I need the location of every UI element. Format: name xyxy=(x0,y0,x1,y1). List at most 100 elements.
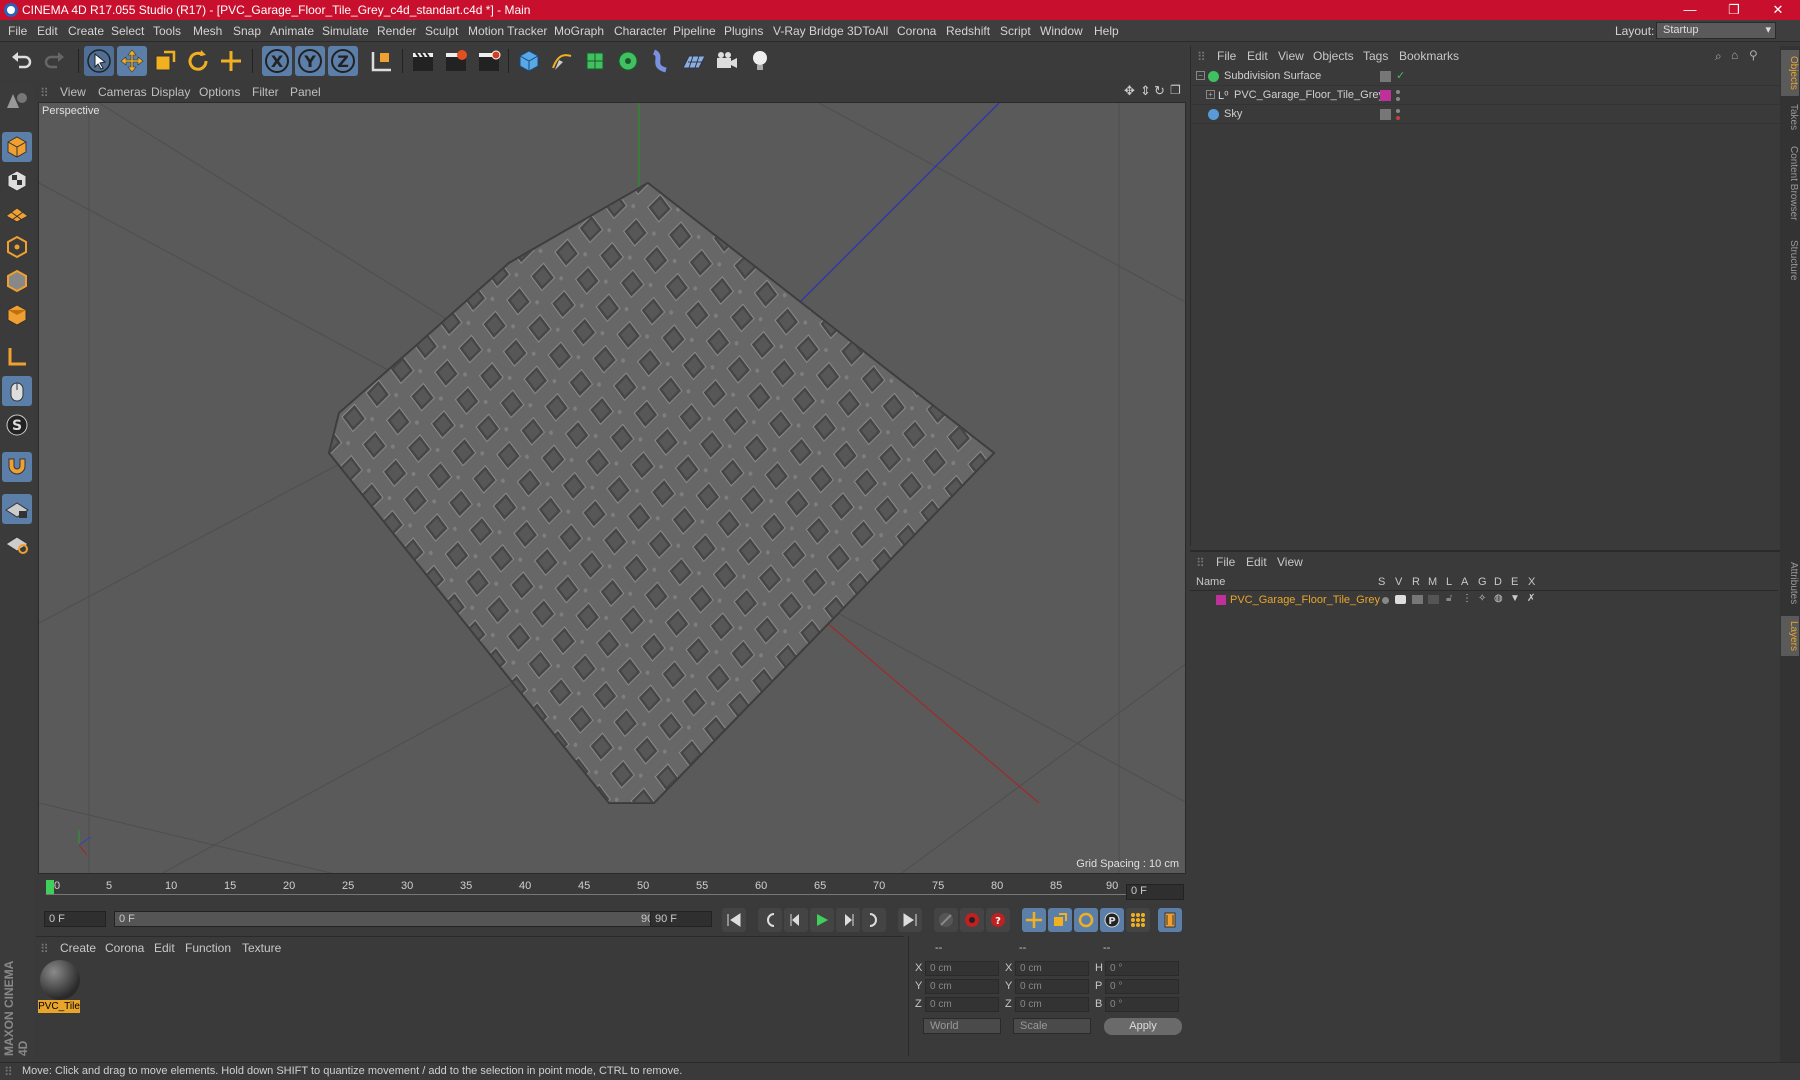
prev-key-button[interactable] xyxy=(758,908,782,932)
y-axis-lock-button[interactable]: Y xyxy=(295,46,325,76)
filter-icon[interactable]: ⚲ xyxy=(1749,48,1758,62)
size-z-field[interactable]: 0 cm xyxy=(1015,997,1089,1012)
timeline-ruler[interactable]: 0 5 10 15 20 25 30 35 40 45 50 55 60 65 … xyxy=(38,878,1186,902)
layer-menu-view[interactable]: View xyxy=(1277,555,1303,569)
object-row-sky[interactable]: Sky xyxy=(1192,106,1780,124)
undo-button[interactable] xyxy=(6,46,36,76)
light-button[interactable] xyxy=(745,46,775,76)
x-axis-lock-button[interactable]: X xyxy=(262,46,292,76)
tab-content-browser[interactable]: Content Browser xyxy=(1781,138,1799,228)
animation-toggle-icon[interactable]: ⋮ xyxy=(1462,593,1472,604)
lock-icon[interactable]: 🔓︎ xyxy=(1446,593,1452,604)
deformer-button[interactable] xyxy=(646,46,676,76)
position-z-field[interactable]: 0 cm xyxy=(925,997,999,1012)
floor-object-button[interactable] xyxy=(679,46,709,76)
close-button[interactable]: ✕ xyxy=(1756,0,1800,20)
edges-mode-button[interactable] xyxy=(2,266,32,296)
go-to-end-button[interactable] xyxy=(898,908,922,932)
visibility-dot-render[interactable] xyxy=(1396,97,1400,101)
object-menu-edit[interactable]: Edit xyxy=(1247,49,1268,63)
tweak-mode-button[interactable] xyxy=(2,376,32,406)
texture-mode-button[interactable] xyxy=(2,166,32,196)
pen-spline-button[interactable] xyxy=(547,46,577,76)
search-icon[interactable]: ⌕ xyxy=(1715,49,1722,64)
material-menu-function[interactable]: Function xyxy=(185,941,231,955)
size-x-field[interactable]: 0 cm xyxy=(1015,961,1089,976)
viewport-menu-view[interactable]: View xyxy=(60,85,86,99)
menu-vray-bridge[interactable]: V-Ray Bridge xyxy=(773,24,844,38)
visibility-dot-render[interactable] xyxy=(1396,116,1400,120)
tab-structure[interactable]: Structure xyxy=(1781,232,1799,288)
scale-tool-button[interactable] xyxy=(150,46,180,76)
generator-toggle-icon[interactable]: ✧ xyxy=(1478,593,1486,604)
object-menu-bookmarks[interactable]: Bookmarks xyxy=(1399,49,1459,63)
layer-column-deformers[interactable]: D xyxy=(1494,576,1502,588)
start-frame-field[interactable]: 0 F xyxy=(44,911,106,927)
material-menu-corona[interactable]: Corona xyxy=(105,941,144,955)
material-menu-edit[interactable]: Edit xyxy=(154,941,175,955)
render-toggle-icon[interactable] xyxy=(1412,595,1423,604)
object-menu-file[interactable]: File xyxy=(1217,49,1236,63)
layer-column-manager[interactable]: M xyxy=(1428,576,1437,588)
menu-animate[interactable]: Animate xyxy=(270,24,314,38)
layout-select[interactable]: Startup ▾ xyxy=(1656,22,1776,39)
layer-slot-icon[interactable] xyxy=(1380,71,1391,82)
key-pla-button[interactable] xyxy=(1126,908,1150,932)
cloner-button[interactable] xyxy=(613,46,643,76)
menu-create[interactable]: Create xyxy=(68,24,104,38)
tab-takes[interactable]: Takes xyxy=(1781,100,1799,134)
axis-mode-button[interactable] xyxy=(2,342,32,372)
material-thumbnail[interactable] xyxy=(40,960,80,1000)
tab-objects[interactable]: Objects xyxy=(1781,50,1799,96)
object-row-pvc-tile[interactable]: + L⁰ PVC_Garage_Floor_Tile_Grey xyxy=(1192,87,1780,105)
viewport-rotate-icon[interactable]: ↻ xyxy=(1154,83,1165,99)
coordinate-system-button[interactable] xyxy=(366,46,396,76)
object-row-subdivision-surface[interactable]: − Subdivision Surface ✓ xyxy=(1192,68,1780,86)
manager-toggle-icon[interactable] xyxy=(1428,595,1439,604)
snap-button[interactable] xyxy=(2,452,32,482)
layer-menu-edit[interactable]: Edit xyxy=(1246,555,1267,569)
checkmark-icon[interactable]: ✓ xyxy=(1396,69,1405,82)
play-button[interactable] xyxy=(810,908,834,932)
viewport-menu-filter[interactable]: Filter xyxy=(252,85,279,99)
redo-button[interactable] xyxy=(40,46,70,76)
workplane-mode-button[interactable] xyxy=(2,198,32,228)
render-picture-viewer-button[interactable] xyxy=(441,46,471,76)
menu-mograph[interactable]: MoGraph xyxy=(554,24,604,38)
menu-snap[interactable]: Snap xyxy=(233,24,261,38)
menu-help[interactable]: Help xyxy=(1094,24,1119,38)
rotate-tool-button[interactable] xyxy=(183,46,213,76)
key-scale-button[interactable] xyxy=(1048,908,1072,932)
solo-toggle-icon[interactable] xyxy=(1382,597,1389,604)
rotation-p-field[interactable]: 0 ° xyxy=(1105,979,1179,994)
timeline-window-button[interactable] xyxy=(1158,908,1182,932)
viewport-menu-panel[interactable]: Panel xyxy=(290,85,321,99)
points-mode-button[interactable] xyxy=(2,232,32,262)
render-view-button[interactable] xyxy=(408,46,438,76)
key-rotation-button[interactable] xyxy=(1074,908,1098,932)
material-menu-texture[interactable]: Texture xyxy=(242,941,281,955)
make-editable-button[interactable] xyxy=(2,86,32,116)
layer-color-swatch[interactable] xyxy=(1380,90,1391,101)
menu-3dtoall[interactable]: 3DToAll xyxy=(847,24,888,38)
menu-character[interactable]: Character xyxy=(614,24,667,38)
tab-attributes[interactable]: Attributes xyxy=(1781,554,1799,612)
expression-toggle-icon[interactable]: ▼ xyxy=(1510,593,1520,604)
layer-menu-file[interactable]: File xyxy=(1216,555,1235,569)
object-name[interactable]: Subdivision Surface xyxy=(1224,70,1321,82)
perspective-viewport[interactable]: Perspective Grid Spacing : 10 cm xyxy=(38,102,1186,874)
cube-object-button[interactable] xyxy=(514,46,544,76)
object-menu-view[interactable]: View xyxy=(1278,49,1304,63)
key-position-button[interactable] xyxy=(1022,908,1046,932)
menu-redshift[interactable]: Redshift xyxy=(946,24,990,38)
collapse-icon[interactable]: − xyxy=(1196,71,1205,80)
object-name[interactable]: PVC_Garage_Floor_Tile_Grey xyxy=(1234,89,1384,101)
menu-motion-tracker[interactable]: Motion Tracker xyxy=(468,24,547,38)
layer-column-locked[interactable]: L xyxy=(1446,576,1452,588)
menu-pipeline[interactable]: Pipeline xyxy=(673,24,716,38)
next-key-button[interactable] xyxy=(862,908,886,932)
go-to-start-button[interactable] xyxy=(722,908,746,932)
eye-icon[interactable] xyxy=(1395,595,1406,604)
render-settings-button[interactable] xyxy=(474,46,504,76)
polygons-mode-button[interactable] xyxy=(2,300,32,330)
